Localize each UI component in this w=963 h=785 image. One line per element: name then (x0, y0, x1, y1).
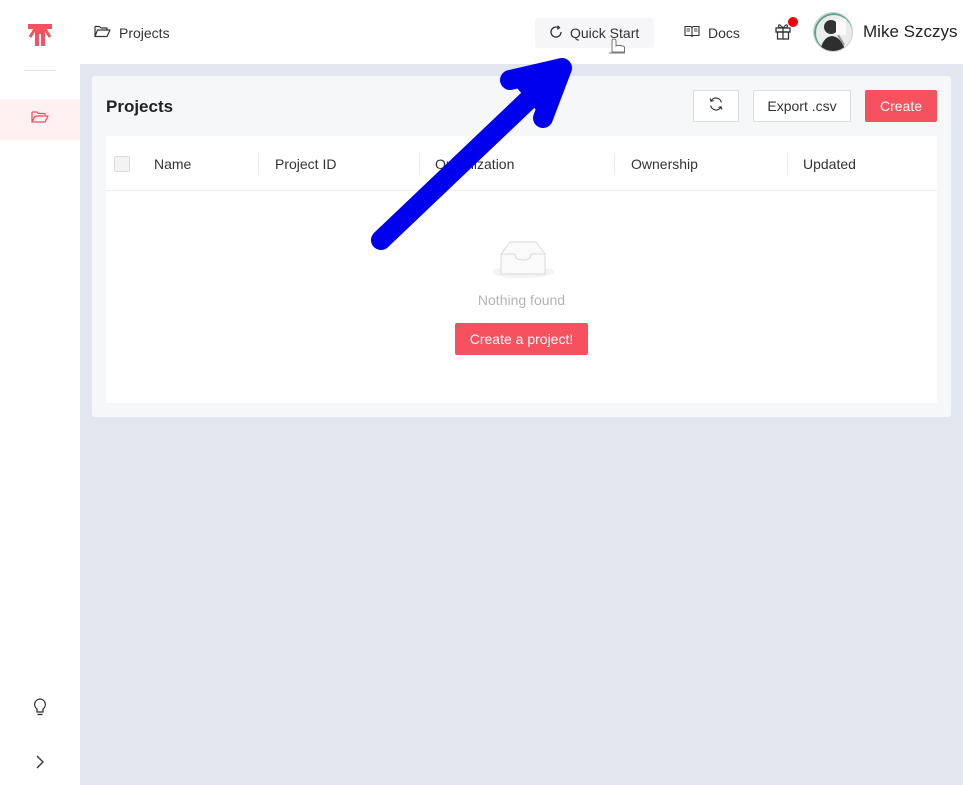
lightbulb-icon[interactable] (29, 696, 51, 718)
docs-label: Docs (708, 25, 740, 41)
avatar[interactable] (813, 12, 853, 52)
sidebar-item-projects[interactable] (0, 99, 80, 140)
projects-table: Name Project ID Organization Ownership U… (106, 136, 937, 403)
quick-start-button[interactable]: Quick Start (535, 18, 654, 48)
column-header-ownership[interactable]: Ownership (631, 156, 698, 172)
column-divider (419, 153, 420, 175)
sidebar (0, 0, 80, 785)
column-divider (614, 153, 615, 175)
column-divider (258, 153, 259, 175)
page-title: Projects (106, 97, 174, 116)
export-csv-button[interactable]: Export .csv (753, 90, 851, 122)
column-header-project-id[interactable]: Project ID (275, 156, 336, 172)
user-name[interactable]: Mike Szczys (863, 22, 957, 42)
column-header-name[interactable]: Name (154, 156, 191, 172)
refresh-icon (549, 24, 563, 42)
column-header-updated[interactable]: Updated (803, 156, 856, 172)
empty-state-text: Nothing found (477, 292, 566, 308)
folder-open-icon (31, 110, 49, 129)
column-header-organization[interactable]: Organization (435, 156, 514, 172)
gift-icon (774, 24, 792, 44)
top-bar: Projects Quick Start Docs Mike Szczys (80, 0, 963, 64)
quick-start-label: Quick Start (570, 25, 640, 41)
book-icon (684, 25, 700, 41)
notification-dot (788, 17, 798, 27)
gift-button[interactable] (774, 17, 798, 44)
docs-link[interactable]: Docs (684, 18, 740, 48)
chevron-right-icon[interactable] (29, 751, 51, 773)
select-all-checkbox[interactable] (114, 156, 130, 172)
sidebar-divider (24, 70, 56, 71)
refresh-button[interactable] (693, 90, 739, 122)
column-divider (787, 153, 788, 175)
projects-card: Projects Export .csv Create Name Project… (92, 76, 951, 417)
inbox-icon (491, 238, 555, 280)
brand-logo-icon[interactable] (24, 20, 56, 50)
breadcrumb-label: Projects (119, 25, 170, 41)
create-project-button[interactable]: Create a project! (455, 323, 588, 355)
create-button[interactable]: Create (865, 90, 937, 122)
folder-open-icon (94, 25, 111, 41)
table-header: Name Project ID Organization Ownership U… (106, 136, 937, 191)
breadcrumb[interactable]: Projects (94, 22, 170, 44)
refresh-icon (709, 96, 723, 116)
